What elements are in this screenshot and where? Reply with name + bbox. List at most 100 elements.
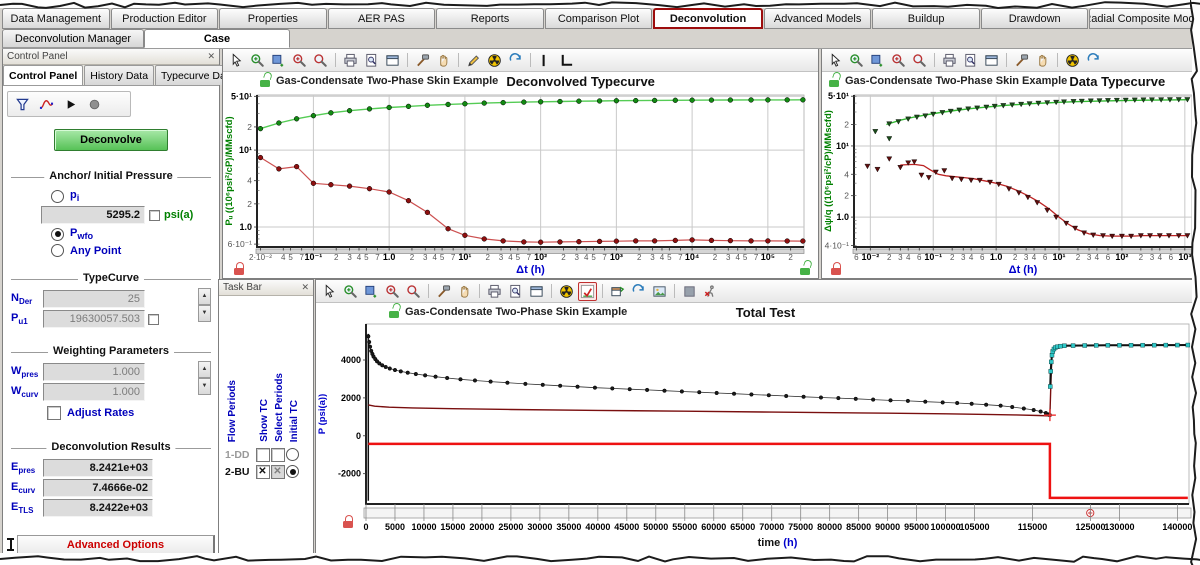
close-icon[interactable]: ✕ — [301, 282, 309, 293]
run-abort-icon[interactable] — [701, 282, 720, 301]
zoom-extents-icon[interactable] — [404, 282, 423, 301]
initial-pressure-field[interactable]: 5295.2 — [41, 206, 145, 224]
image-export-icon[interactable] — [650, 282, 669, 301]
pan-icon[interactable] — [1012, 51, 1031, 70]
pu1-checkbox[interactable] — [148, 314, 159, 325]
pan-icon[interactable] — [434, 282, 453, 301]
tab-advanced-models[interactable]: Advanced Models — [764, 8, 872, 29]
locked-icon[interactable] — [830, 262, 843, 276]
locked-icon[interactable] — [233, 262, 246, 276]
tab-data-management[interactable]: Data Management — [2, 8, 110, 29]
pwfo-radio[interactable] — [51, 228, 64, 241]
hand-icon[interactable] — [434, 51, 453, 70]
select-periods-checkbox[interactable]: ✕ — [271, 465, 285, 479]
pointer-icon[interactable] — [320, 282, 339, 301]
spinner-down-icon[interactable]: ▼ — [198, 378, 211, 395]
show-tc-checkbox[interactable]: ✕ — [256, 465, 270, 479]
tab-aer-pas[interactable]: AER PAS — [328, 8, 436, 29]
zoom-extents-icon[interactable] — [910, 51, 929, 70]
copy-window-icon[interactable] — [527, 282, 546, 301]
zoom-in-icon[interactable] — [847, 51, 866, 70]
print-icon[interactable] — [341, 51, 360, 70]
total-test-plot[interactable]: 0500010000150002000025000300003500040000… — [316, 321, 1197, 554]
play-icon[interactable] — [61, 95, 80, 114]
control-panel-tab-history-data[interactable]: History Data — [84, 65, 154, 85]
zoom-extents-icon[interactable] — [311, 51, 330, 70]
zoom-out-icon[interactable] — [383, 282, 402, 301]
initial-pressure-checkbox[interactable] — [149, 210, 160, 221]
initial-tc-radio[interactable] — [286, 448, 299, 461]
hand-icon[interactable] — [1033, 51, 1052, 70]
plot-toggle-icon[interactable] — [578, 282, 597, 301]
pi-radio[interactable] — [51, 190, 64, 203]
tab-production-editor[interactable]: Production Editor — [111, 8, 219, 29]
print-preview-icon[interactable] — [506, 282, 525, 301]
unlocked-icon[interactable] — [828, 74, 841, 88]
tab-properties[interactable]: Properties — [219, 8, 327, 29]
hazard-icon[interactable] — [485, 51, 504, 70]
solid-square-icon[interactable] — [680, 282, 699, 301]
tab-case[interactable]: Case — [144, 29, 290, 48]
control-panel-tab-control-panel[interactable]: Control Panel — [3, 65, 83, 85]
print-icon[interactable] — [940, 51, 959, 70]
record-icon[interactable] — [85, 95, 104, 114]
initial-tc-radio[interactable] — [286, 465, 299, 478]
pu1-field[interactable]: 19630057.503 — [43, 310, 145, 328]
hazard-icon[interactable] — [557, 282, 576, 301]
pi-radio-row[interactable]: pi — [51, 189, 211, 203]
tab-comparison-plot[interactable]: Comparison Plot — [545, 8, 653, 29]
print-preview-icon[interactable] — [362, 51, 381, 70]
tab-deconvolution[interactable]: Deconvolution — [653, 8, 763, 29]
nder-field[interactable]: 25 — [43, 290, 145, 308]
any-point-radio-row[interactable]: Any Point — [51, 244, 211, 257]
close-icon[interactable]: ✕ — [207, 51, 215, 62]
print-icon[interactable] — [485, 282, 504, 301]
copy-window-icon[interactable] — [383, 51, 402, 70]
unlocked-icon[interactable] — [799, 262, 812, 276]
filter-icon[interactable] — [13, 95, 32, 114]
spinner-up-icon[interactable]: ▲ — [198, 361, 211, 378]
tab-buildup[interactable]: Buildup — [872, 8, 980, 29]
tab-reports[interactable]: Reports — [436, 8, 544, 29]
select-periods-checkbox[interactable] — [271, 448, 285, 462]
unlocked-icon[interactable] — [259, 74, 272, 88]
weighting-spinner[interactable]: ▲▼ — [198, 361, 211, 395]
unlocked-icon[interactable] — [388, 305, 401, 319]
tab-drawdown[interactable]: Drawdown — [981, 8, 1089, 29]
zoom-window-icon[interactable] — [868, 51, 887, 70]
hand-icon[interactable] — [455, 282, 474, 301]
copy-window-icon[interactable] — [982, 51, 1001, 70]
locked-icon[interactable] — [342, 515, 355, 529]
typecurve-spinner[interactable]: ▲▼ — [198, 288, 211, 322]
annotate-icon[interactable] — [464, 51, 483, 70]
sync-icon[interactable] — [1084, 51, 1103, 70]
zoom-window-icon[interactable] — [269, 51, 288, 70]
deconvolve-button[interactable]: Deconvolve — [54, 129, 168, 151]
zoom-out-icon[interactable] — [889, 51, 908, 70]
print-preview-icon[interactable] — [961, 51, 980, 70]
sync-icon[interactable] — [506, 51, 525, 70]
show-tc-checkbox[interactable] — [256, 448, 270, 462]
tab-radial-composite-model[interactable]: Radial Composite Model — [1089, 8, 1197, 29]
axis-vertical-icon[interactable] — [536, 51, 555, 70]
zoom-out-icon[interactable] — [290, 51, 309, 70]
zoom-in-icon[interactable] — [248, 51, 267, 70]
adjust-rates-checkbox[interactable] — [47, 406, 61, 420]
wcurv-field[interactable]: 1.000 — [43, 383, 145, 401]
new-window-icon[interactable] — [608, 282, 627, 301]
axis-step-icon[interactable] — [557, 51, 576, 70]
wpres-field[interactable]: 1.000 — [43, 363, 145, 381]
pwfo-radio-row[interactable]: Pwfo — [51, 227, 211, 241]
deconvolved-typecurve-plot[interactable]: 2·10⁻²45710⁻¹234571.02345710¹2345710²234… — [223, 90, 816, 278]
zoom-window-icon[interactable] — [362, 282, 381, 301]
any-point-radio[interactable] — [51, 244, 64, 257]
spinner-down-icon[interactable]: ▼ — [198, 305, 211, 322]
spinner-up-icon[interactable]: ▲ — [198, 288, 211, 305]
sync-icon[interactable] — [629, 282, 648, 301]
zoom-in-icon[interactable] — [341, 282, 360, 301]
derivative-curve-icon[interactable] — [37, 95, 56, 114]
pan-icon[interactable] — [413, 51, 432, 70]
pointer-icon[interactable] — [227, 51, 246, 70]
tab-deconvolution-manager[interactable]: Deconvolution Manager — [2, 29, 144, 48]
hazard-icon[interactable] — [1063, 51, 1082, 70]
